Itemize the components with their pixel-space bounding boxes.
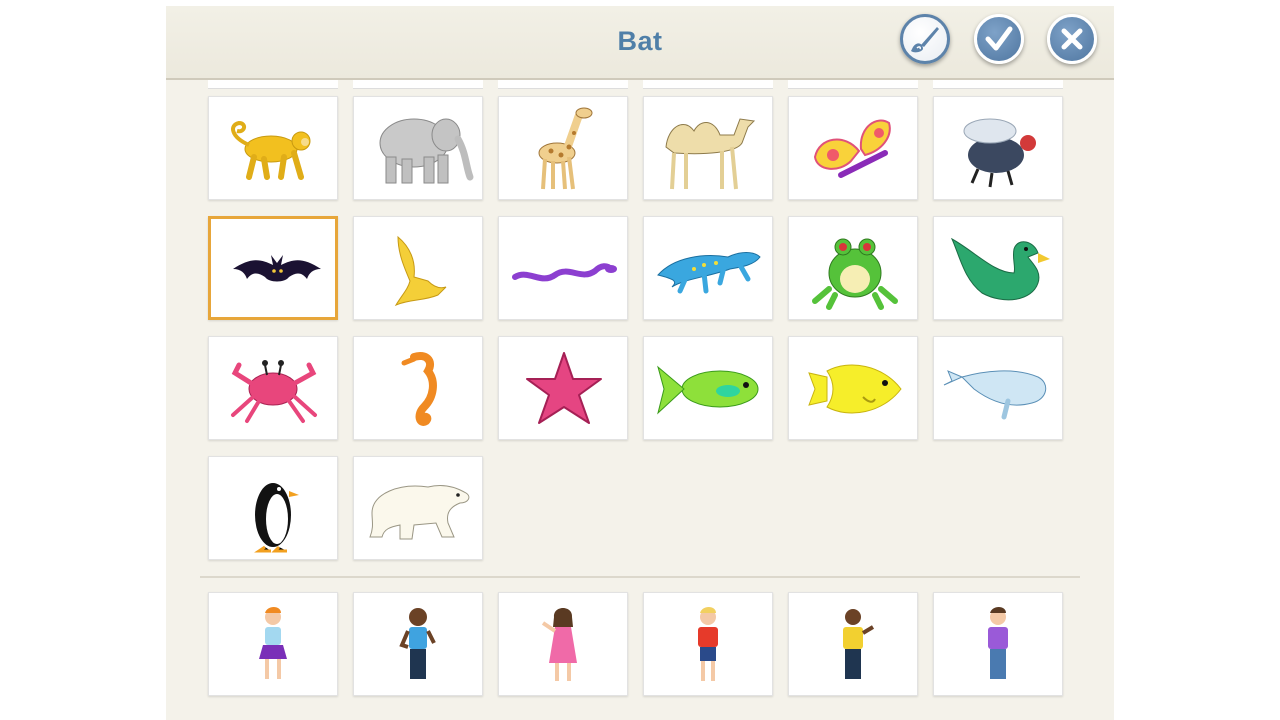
sprite-tile-starfish[interactable]	[498, 336, 628, 440]
scrolled-tile-edge	[208, 80, 338, 89]
character-icon	[399, 608, 436, 679]
sprite-tile-bat[interactable]	[208, 216, 338, 320]
character-icon	[698, 607, 718, 681]
elephant-icon	[379, 118, 474, 184]
sprite-tile-snake[interactable]	[498, 216, 628, 320]
butterfly-icon	[813, 119, 891, 178]
sprite-tile-seahorse[interactable]	[353, 336, 483, 440]
sprite-tile-bird[interactable]	[353, 216, 483, 320]
close-icon	[1061, 28, 1083, 50]
confirm-button[interactable]	[974, 14, 1024, 64]
sprite-tile-character-6[interactable]	[933, 592, 1063, 696]
sprite-tile-green-fish[interactable]	[643, 336, 773, 440]
sprite-tile-character-4[interactable]	[643, 592, 773, 696]
scrolled-tile-edge	[498, 80, 628, 89]
character-icon	[541, 608, 577, 681]
polar-bear-icon	[369, 484, 470, 540]
penguin-icon	[254, 483, 299, 553]
scrolled-tile-edge	[353, 80, 483, 89]
sprite-tile-yellow-fish[interactable]	[788, 336, 918, 440]
snake-icon	[512, 263, 617, 282]
section-divider	[200, 576, 1080, 578]
sprite-tile-penguin[interactable]	[208, 456, 338, 560]
frog-icon	[812, 238, 898, 310]
sprite-tile-fly[interactable]	[933, 96, 1063, 200]
character-icon	[843, 609, 875, 679]
sprite-tile-crab[interactable]	[208, 336, 338, 440]
sprite-tile-frog[interactable]	[788, 216, 918, 320]
character-icon	[988, 607, 1008, 679]
starfish-icon	[526, 352, 602, 424]
crab-icon	[231, 360, 317, 423]
sprite-library-panel: Bat	[166, 6, 1114, 720]
close-button[interactable]	[1047, 14, 1097, 64]
paintbrush-icon	[911, 27, 939, 53]
green-fish-icon	[657, 365, 759, 415]
bat-icon	[233, 255, 321, 282]
sprite-tile-character-5[interactable]	[788, 592, 918, 696]
scrolled-tile-edge	[788, 80, 918, 89]
monkey-icon	[231, 120, 311, 180]
seahorse-icon	[401, 352, 437, 426]
sprite-tile-character-3[interactable]	[498, 592, 628, 696]
sprite-tile-monkey[interactable]	[208, 96, 338, 200]
duck-icon	[950, 237, 1050, 301]
sprite-tile-elephant[interactable]	[353, 96, 483, 200]
sprite-tile-camel[interactable]	[643, 96, 773, 200]
sprite-tile-character-1[interactable]	[208, 592, 338, 696]
bird-icon	[394, 235, 447, 307]
giraffe-icon	[538, 107, 593, 190]
sprite-tile-whale[interactable]	[933, 336, 1063, 440]
yellow-fish-icon	[808, 364, 902, 414]
sprite-tile-butterfly[interactable]	[788, 96, 918, 200]
whale-icon	[943, 370, 1047, 420]
sprite-tile-lizard[interactable]	[643, 216, 773, 320]
sprite-tile-polar-bear[interactable]	[353, 456, 483, 560]
camel-icon	[665, 118, 756, 190]
sprite-tile-character-2[interactable]	[353, 592, 483, 696]
scrolled-tile-edge	[643, 80, 773, 89]
sprite-tile-duck[interactable]	[933, 216, 1063, 320]
scrolled-tile-edge	[933, 80, 1063, 89]
sprite-tile-giraffe[interactable]	[498, 96, 628, 200]
paint-editor-button[interactable]	[900, 14, 950, 64]
checkmark-icon	[985, 26, 1013, 51]
page-title: Bat	[617, 26, 663, 56]
header-bar: Bat	[166, 6, 1114, 80]
lizard-icon	[657, 252, 761, 294]
character-icon	[259, 607, 287, 679]
fly-icon	[963, 118, 1036, 188]
